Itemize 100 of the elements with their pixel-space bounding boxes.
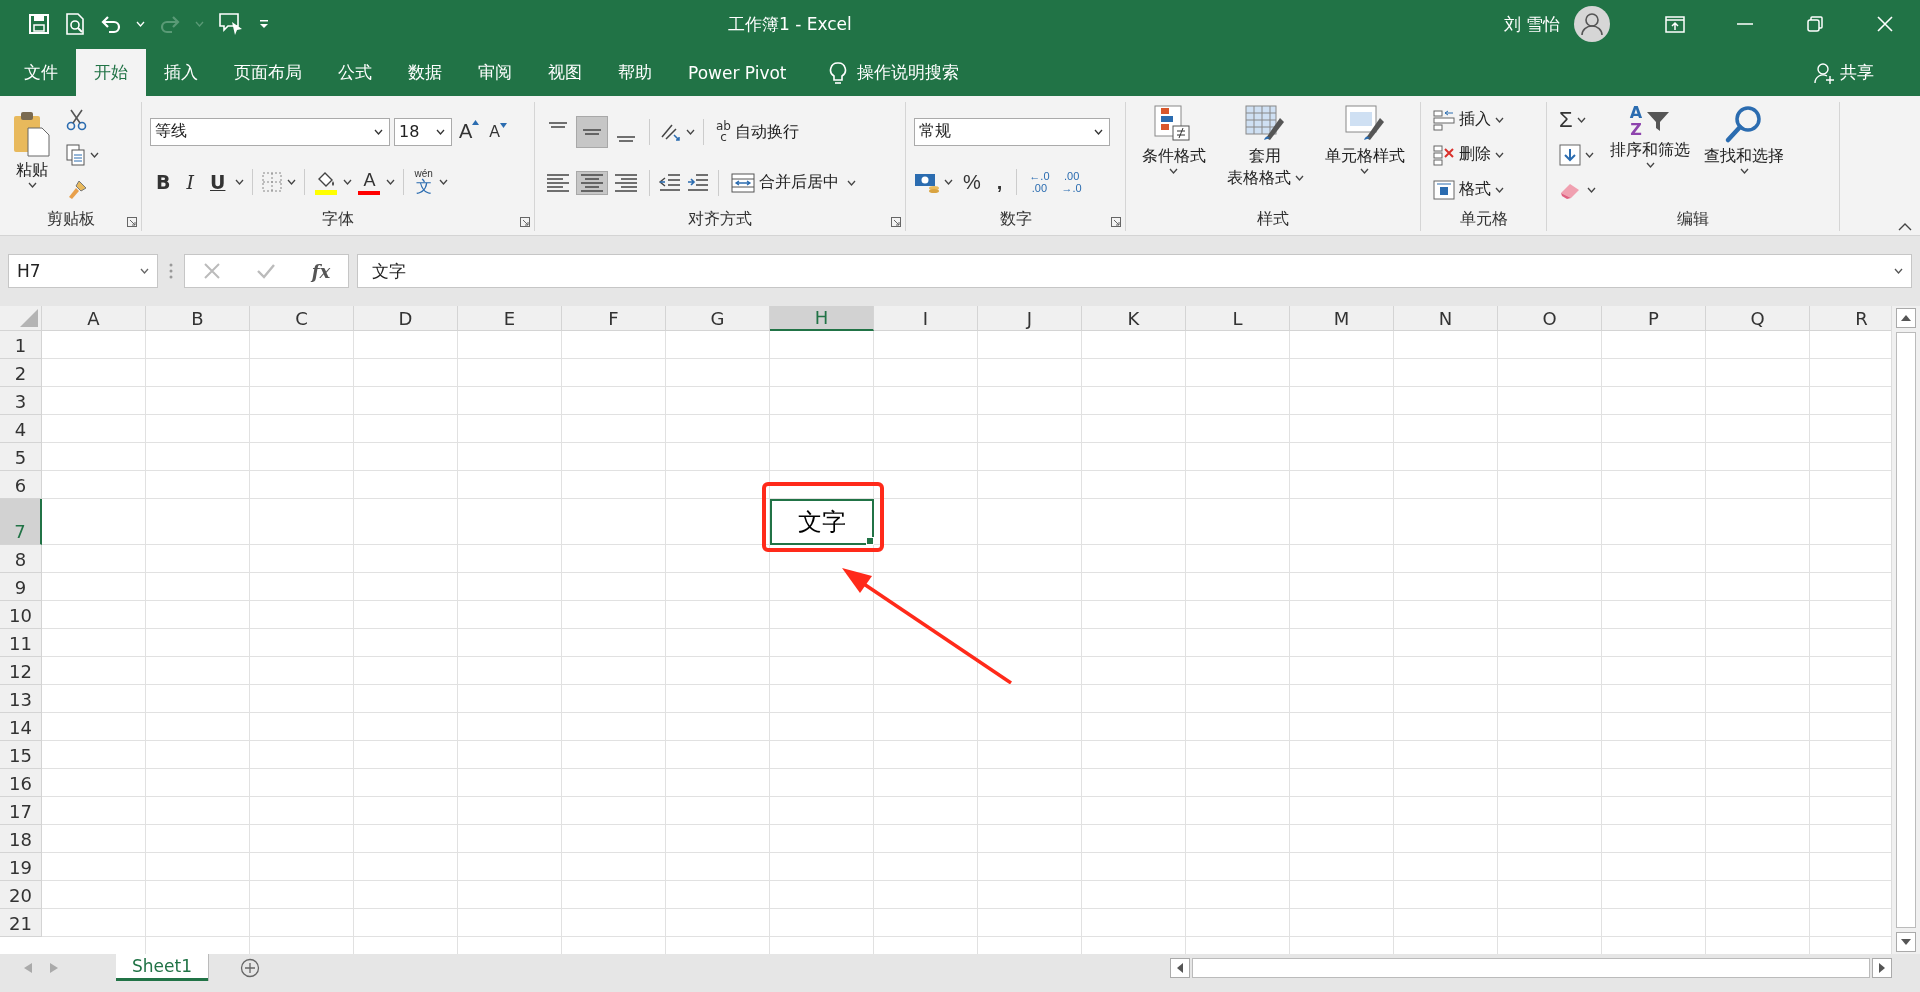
column-header[interactable]: P [1602, 306, 1706, 331]
row-header[interactable]: 21 [0, 909, 42, 937]
phonetic-button[interactable]: wén 文 [412, 169, 435, 196]
row-header[interactable]: 3 [0, 387, 42, 415]
scroll-left-button[interactable] [1170, 957, 1190, 978]
column-header[interactable]: C [250, 306, 354, 331]
scrollbar-thumb[interactable] [1192, 957, 1870, 978]
caret-icon[interactable] [1894, 268, 1903, 274]
row-header[interactable]: 13 [0, 685, 42, 713]
row-header[interactable]: 8 [0, 545, 42, 573]
row-header[interactable]: 14 [0, 713, 42, 741]
customize-icon[interactable] [258, 19, 270, 29]
grow-font-button[interactable]: A [456, 120, 483, 144]
caret-icon[interactable] [287, 179, 297, 186]
sort-filter-button[interactable]: A Z 排序和筛选 [1606, 102, 1694, 207]
column-header[interactable]: M [1290, 306, 1394, 331]
ribbon-tab[interactable]: 审阅 [460, 49, 530, 96]
caret-icon[interactable] [944, 179, 953, 186]
dialog-launcher-icon[interactable] [520, 217, 530, 227]
row-header[interactable]: 16 [0, 769, 42, 797]
caret-icon[interactable] [386, 179, 396, 186]
column-header[interactable]: L [1186, 306, 1290, 331]
caret-icon[interactable] [1495, 151, 1504, 158]
caret-icon[interactable] [374, 128, 383, 135]
row-header[interactable]: 9 [0, 573, 42, 601]
caret-icon[interactable] [27, 182, 37, 188]
column-header[interactable]: E [458, 306, 562, 331]
row-header[interactable]: 12 [0, 657, 42, 685]
font-color-button[interactable]: A [356, 169, 383, 195]
font-size-field[interactable]: 18 [394, 117, 452, 146]
italic-button[interactable]: I [180, 169, 200, 196]
scrollbar-thumb[interactable] [1896, 332, 1916, 928]
merge-center-button[interactable]: 合并后居中 [727, 169, 843, 196]
share-button[interactable]: 共享 [1796, 49, 1892, 96]
column-header[interactable]: A [42, 306, 146, 331]
caret-icon[interactable] [235, 179, 245, 186]
conditional-formatting-button[interactable]: 条件格式 [1137, 102, 1210, 207]
save-icon[interactable] [28, 13, 50, 35]
row-header[interactable]: 2 [0, 359, 42, 387]
row-header[interactable]: 19 [0, 853, 42, 881]
column-header[interactable]: N [1394, 306, 1498, 331]
format-as-table-button[interactable]: 套用 表格格式 [1222, 102, 1308, 207]
row-header[interactable]: 4 [0, 415, 42, 443]
column-header[interactable]: B [146, 306, 250, 331]
bold-button[interactable]: B [150, 169, 177, 196]
caret-icon[interactable] [1094, 128, 1103, 135]
ribbon-tab[interactable]: 视图 [530, 49, 600, 96]
column-header[interactable]: Q [1706, 306, 1810, 331]
number-format-field[interactable]: 常规 [914, 117, 1110, 146]
find-select-button[interactable]: 查找和选择 [1700, 102, 1788, 207]
caret-icon[interactable] [438, 179, 448, 186]
row-header[interactable]: 10 [0, 601, 42, 629]
name-box[interactable]: H7 [8, 254, 158, 288]
caret-icon[interactable] [1645, 162, 1655, 168]
caret-icon[interactable] [90, 151, 99, 158]
row-header[interactable]: 5 [0, 443, 42, 471]
autosum-button[interactable]: Σ [1555, 106, 1600, 133]
row-header[interactable]: 18 [0, 825, 42, 853]
active-cell[interactable]: 文字 [770, 499, 874, 545]
user-name[interactable]: 刘 雪怡 [1503, 12, 1560, 36]
caret-icon[interactable] [1585, 152, 1594, 159]
collapse-ribbon-icon[interactable] [1898, 223, 1912, 231]
formula-field[interactable]: 文字 [357, 254, 1912, 288]
decrease-indent-icon[interactable] [658, 171, 682, 194]
ribbon-tab[interactable]: 公式 [320, 49, 390, 96]
ribbon-tab[interactable]: 数据 [390, 49, 460, 96]
underline-button[interactable]: U [204, 169, 232, 196]
caret-icon[interactable] [1495, 186, 1504, 193]
caret-icon[interactable] [436, 128, 445, 135]
paste-button[interactable]: 粘贴 [8, 108, 56, 207]
increase-indent-icon[interactable] [686, 171, 710, 194]
column-header[interactable]: F [562, 306, 666, 331]
cells-menu-button[interactable]: 删除 [1429, 140, 1508, 169]
column-header[interactable]: O [1498, 306, 1602, 331]
row-header[interactable]: 17 [0, 797, 42, 825]
scroll-up-button[interactable] [1896, 308, 1916, 328]
column-header[interactable]: I [874, 306, 978, 331]
align-button[interactable] [577, 117, 607, 148]
row-header[interactable]: 11 [0, 629, 42, 657]
dialog-launcher-icon[interactable] [891, 217, 901, 227]
ribbon-tab[interactable]: 帮助 [600, 49, 670, 96]
row-header[interactable]: 20 [0, 881, 42, 909]
caret-icon[interactable] [1739, 168, 1749, 174]
caret-icon[interactable] [343, 179, 353, 186]
scroll-right-button[interactable] [1872, 957, 1892, 978]
column-header[interactable]: J [978, 306, 1082, 331]
column-header[interactable]: R [1810, 306, 1891, 331]
ribbon-tab[interactable]: Power Pivot [670, 49, 805, 96]
caret-icon[interactable] [1495, 116, 1504, 123]
avatar[interactable] [1574, 6, 1610, 42]
sheet-tab[interactable]: Sheet1 [116, 954, 208, 981]
caret-icon[interactable] [1587, 187, 1596, 194]
align-button[interactable] [577, 171, 607, 194]
ribbon-tab[interactable]: 插入 [146, 49, 216, 96]
decrease-decimal-button[interactable]: .00 →.0 [1057, 170, 1086, 195]
caret-icon[interactable] [140, 268, 149, 274]
row-header[interactable]: 6 [0, 471, 42, 499]
undo-icon[interactable] [100, 14, 122, 34]
cell-styles-button[interactable]: 单元格样式 [1320, 102, 1409, 207]
caret-icon[interactable] [847, 179, 856, 186]
